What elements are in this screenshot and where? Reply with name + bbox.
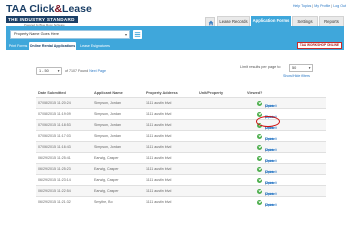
delete-link[interactable]: Delete xyxy=(265,203,275,207)
cell-date: 07/06/2015 11:18:53 xyxy=(38,123,71,127)
cell-address: 1111 austin blvd xyxy=(146,112,172,116)
column-header-unit[interactable]: Unit/Property xyxy=(199,91,223,95)
logo-title-a: TAA Click xyxy=(6,3,55,15)
page-range-value: 1 - 50 xyxy=(39,69,49,73)
cell-applicant: Simpson, Jordan xyxy=(94,123,121,127)
help-topics-link[interactable]: Help Topics xyxy=(293,4,312,8)
viewed-check-icon xyxy=(257,100,262,106)
workshop-badge[interactable]: TAA WORKSHOP ONLINE xyxy=(296,42,342,49)
table-row[interactable]: 06/29/2015 11:25:23 Earwig, Casper 1111 au… xyxy=(36,163,326,174)
subtab-online-rental-applications[interactable]: Online Rental Applications xyxy=(29,42,76,50)
cell-date: 07/06/2015 11:16:43 xyxy=(38,145,71,149)
viewed-check-icon xyxy=(257,199,262,205)
logo-subtitle: THE INDUSTRY STANDARD xyxy=(6,16,78,23)
found-count: of 7107 Found xyxy=(65,69,89,73)
cell-date: 07/08/2015 11:20:24 xyxy=(38,101,71,105)
table-row[interactable]: 07/06/2015 11:16:43 Simpson, Jordan 1111 a… xyxy=(36,141,326,152)
cell-applicant: Smythe, Bo xyxy=(94,200,113,204)
cell-applicant: Simpson, Jordan xyxy=(94,134,121,138)
logo-amp: & xyxy=(54,3,63,15)
cell-address: 1111 austin blvd xyxy=(146,156,172,160)
cell-date: 06/29/2015 11:21:32 xyxy=(38,200,71,204)
cell-address: 1111 austin blvd xyxy=(146,189,172,193)
cell-address: 1111 austin blvd xyxy=(146,200,172,204)
cell-address: 1111 austin blvd xyxy=(146,101,172,105)
limit-value: 50 xyxy=(292,66,297,70)
subtab-print-forms[interactable]: Print Forms xyxy=(8,42,28,50)
tab-reports[interactable]: Reports xyxy=(319,16,344,26)
property-select-value: Property Name Goes Here xyxy=(14,32,59,36)
table-row[interactable]: 07/08/2015 11:19:09 Simpson, Jordan 1111 a… xyxy=(36,108,326,119)
chevron-down-icon: ▾ xyxy=(57,69,60,73)
annotation-circle xyxy=(256,116,280,127)
cell-address: 1111 austin blvd xyxy=(146,145,172,149)
cell-applicant: Simpson, Jordan xyxy=(94,145,121,149)
property-select[interactable]: Property Name Goes Here ▾ xyxy=(10,30,130,39)
log-out-link[interactable]: Log Out xyxy=(333,4,346,8)
column-header-name[interactable]: Applicant Name xyxy=(94,91,123,95)
cell-address: 1111 austin blvd xyxy=(146,123,172,127)
app-logo[interactable]: TAA Click&Lease THE INDUSTRY STANDARD Po… xyxy=(6,3,110,27)
cell-applicant: Earwig, Casper xyxy=(94,167,119,171)
viewed-check-icon xyxy=(257,166,262,172)
cell-date: 06/29/2015 11:25:41 xyxy=(38,156,71,160)
applications-table: 07/08/2015 11:20:24 Simpson, Jordan 1111 a… xyxy=(36,97,326,207)
limit-select[interactable]: 50 ▾ xyxy=(289,64,313,72)
table-row[interactable]: 07/06/2015 11:18:53 Simpson, Jordan 1111 a… xyxy=(36,119,326,130)
cell-address: 1111 austin blvd xyxy=(146,134,172,138)
tab-lease-records[interactable]: Lease Records xyxy=(217,16,250,26)
viewed-check-icon xyxy=(257,188,262,194)
cell-address: 1111 austin blvd xyxy=(146,167,172,171)
viewed-check-icon xyxy=(257,177,262,183)
utility-links: Help Topics | My Profile | Log Out xyxy=(293,4,346,8)
cell-date: 06/29/2015 11:22:54 xyxy=(38,189,71,193)
column-header-date[interactable]: Date Submitted xyxy=(38,91,66,95)
page-range-select[interactable]: 1 - 50 ▾ xyxy=(36,67,62,75)
cell-applicant: Earwig, Casper xyxy=(94,178,119,182)
cell-date: 07/08/2015 11:19:09 xyxy=(38,112,71,116)
column-header-viewed[interactable]: Viewed? xyxy=(247,91,262,95)
table-row[interactable]: 07/08/2015 11:20:24 Simpson, Jordan 1111 a… xyxy=(36,97,326,108)
home-icon xyxy=(208,20,214,25)
logo-title-b: Lease xyxy=(62,3,92,15)
chevron-down-icon: ▾ xyxy=(124,32,127,37)
chevron-down-icon: ▾ xyxy=(308,66,311,70)
viewed-check-icon xyxy=(257,155,262,161)
cell-applicant: Simpson, Jordan xyxy=(94,112,121,116)
home-tab[interactable] xyxy=(205,17,215,26)
property-list-icon[interactable] xyxy=(133,30,142,39)
cell-applicant: Earwig, Casper xyxy=(94,189,119,193)
table-row[interactable]: 06/29/2015 11:22:54 Earwig, Casper 1111 au… xyxy=(36,185,326,196)
paging-info: of 7107 Found Next Page xyxy=(65,69,106,73)
table-row[interactable]: 06/29/2015 11:23:14 Earwig, Casper 1111 au… xyxy=(36,174,326,185)
viewed-check-icon xyxy=(257,133,262,139)
cell-date: 06/29/2015 11:23:14 xyxy=(38,178,71,182)
cell-date: 06/29/2015 11:25:23 xyxy=(38,167,71,171)
cell-applicant: Earwig, Casper xyxy=(94,156,119,160)
cell-address: 1111 austin blvd xyxy=(146,178,172,182)
table-row[interactable]: 07/06/2015 11:17:03 Simpson, Jordan 1111 a… xyxy=(36,130,326,141)
next-page-link[interactable]: Next Page xyxy=(89,69,106,73)
cell-applicant: Simpson, Jordan xyxy=(94,101,121,105)
my-profile-link[interactable]: My Profile xyxy=(314,4,330,8)
viewed-check-icon xyxy=(257,144,262,150)
table-row[interactable]: 06/29/2015 11:21:32 Smythe, Bo 1111 austin… xyxy=(36,196,326,207)
limit-label: Limit results per page to xyxy=(240,65,281,69)
show-hide-filters-link[interactable]: Show/Hide filters xyxy=(283,74,310,78)
column-header-address[interactable]: Property Address xyxy=(146,91,178,95)
table-row[interactable]: 06/29/2015 11:25:41 Earwig, Casper 1111 au… xyxy=(36,152,326,163)
tab-settings[interactable]: Settings xyxy=(292,16,318,26)
cell-date: 07/06/2015 11:17:03 xyxy=(38,134,71,138)
tab-application-forms[interactable]: Application Forms xyxy=(251,16,291,26)
subtab-lease-esignatures[interactable]: Lease Esignatures xyxy=(78,42,112,50)
